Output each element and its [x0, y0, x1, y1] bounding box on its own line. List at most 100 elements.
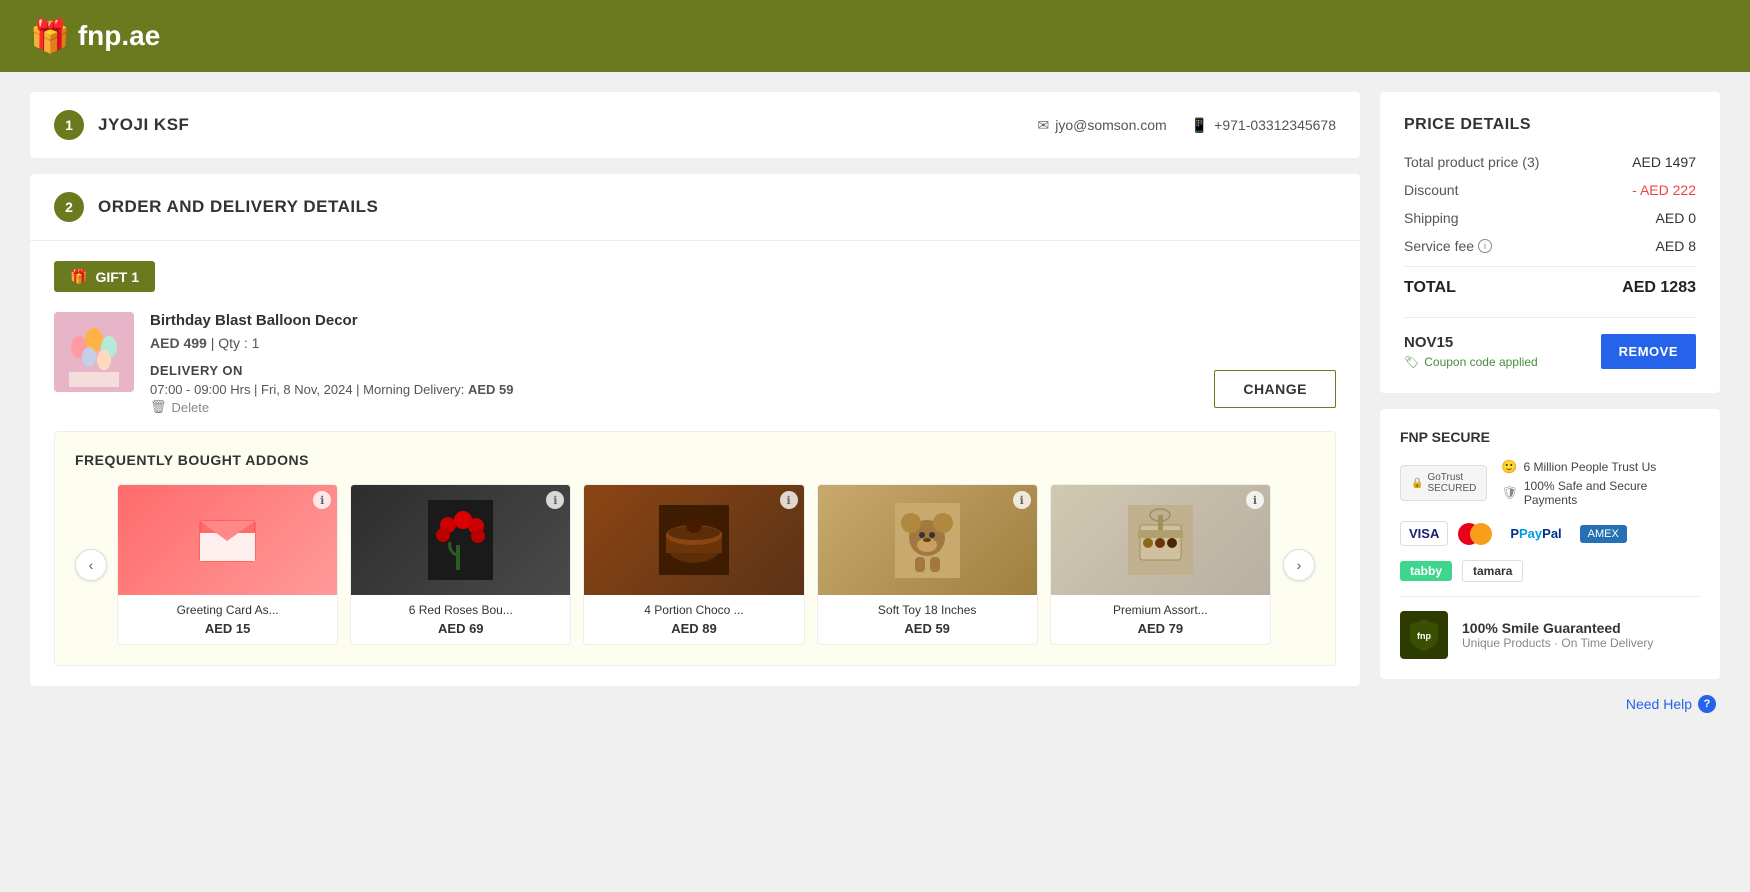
total-product-label: Total product price (3) [1404, 154, 1539, 170]
delivery-row: DELIVERY ON 07:00 - 09:00 Hrs | Fri, 8 N… [150, 363, 1336, 415]
price-divider [1404, 266, 1696, 267]
phone-icon: 📱 [1191, 117, 1208, 134]
payment-logos: VISA PPayPal AMEX [1400, 521, 1700, 546]
product-image-svg [54, 312, 134, 392]
right-panel: PRICE DETAILS Total product price (3) AE… [1380, 92, 1720, 713]
addon-info-icon-cake[interactable]: ℹ [780, 491, 798, 509]
fnp-badge-icon: fnp [1400, 611, 1448, 659]
addon-details-greeting: Greeting Card As... AED 15 [118, 595, 337, 644]
user-info: ✉ jyo@somson.com 📱 +971-03312345678 [1038, 117, 1336, 134]
user-section-card: 1 JYOJI KSF ✉ jyo@somson.com 📱 +971-0331… [30, 92, 1360, 158]
total-value: AED 1283 [1622, 279, 1696, 297]
discount-value: - AED 222 [1632, 182, 1696, 198]
coupon-applied-indicator: 🏷 Coupon code applied [1404, 355, 1538, 369]
coupon-section: NOV15 🏷 Coupon code applied REMOVE [1404, 317, 1696, 369]
fnp-shield-svg: fnp [1406, 617, 1442, 653]
product-meta: AED 499 | Qty : 1 [150, 335, 1336, 351]
addon-name-roses: 6 Red Roses Bou... [359, 603, 562, 617]
service-fee-info-icon[interactable]: i [1478, 239, 1492, 253]
order-section-header: 2 ORDER AND DELIVERY DETAILS [30, 174, 1360, 241]
addon-card-cake: ℹ 4 Portion Choco ... AED 89 [583, 484, 804, 645]
smile-guarantee-sub: Unique Products · On Time Delivery [1462, 636, 1653, 650]
fnp-secure-card: FNP SECURE 🔒 GoTrustSECURED 🙂 6 Million … [1380, 409, 1720, 679]
addons-title: FREQUENTLY BOUGHT ADDONS [75, 452, 1315, 468]
gotrust-badge: 🔒 GoTrustSECURED [1400, 465, 1487, 501]
paypal-logo: PPayPal [1502, 522, 1569, 545]
smile-guarantee-title: 100% Smile Guaranteed [1462, 620, 1653, 636]
question-circle-icon: ? [1698, 695, 1716, 713]
addon-name-cake: 4 Portion Choco ... [592, 603, 795, 617]
carousel-next-button[interactable]: › [1283, 549, 1315, 581]
coupon-code: NOV15 [1404, 334, 1538, 351]
shipping-label: Shipping [1404, 210, 1459, 226]
user-section-header: 1 JYOJI KSF ✉ jyo@somson.com 📱 +971-0331… [30, 92, 1360, 158]
addon-details-teddy: Soft Toy 18 Inches AED 59 [818, 595, 1037, 644]
logo[interactable]: 🎁 fnp.ae [30, 17, 160, 55]
shipping-value: AED 0 [1656, 210, 1696, 226]
price-details-title: PRICE DETAILS [1404, 116, 1696, 134]
check-icon: 🏷 [1404, 355, 1419, 369]
user-email: ✉ jyo@somson.com [1038, 117, 1167, 134]
addon-details-roses: 6 Red Roses Bou... AED 69 [351, 595, 570, 644]
trust-item-2: 🛡 100% Safe and Secure Payments [1501, 479, 1700, 507]
order-section-title: ORDER AND DELIVERY DETAILS [98, 197, 378, 217]
addons-grid: ℹ Greeting Card As... AED 15 [117, 484, 1273, 645]
gift-label: GIFT 1 [95, 269, 139, 285]
cake-svg [659, 505, 729, 575]
addon-image-premium [1051, 485, 1270, 595]
change-delivery-button[interactable]: CHANGE [1214, 370, 1336, 408]
user-email-text: jyo@somson.com [1055, 117, 1166, 133]
addon-details-cake: 4 Portion Choco ... AED 89 [584, 595, 803, 644]
user-phone-text: +971-03312345678 [1214, 117, 1336, 133]
trust-text-2: 100% Safe and Secure Payments [1524, 479, 1700, 507]
product-name: Birthday Blast Balloon Decor [150, 312, 1336, 329]
addon-name-teddy: Soft Toy 18 Inches [826, 603, 1029, 617]
fnp-secure-title: FNP SECURE [1400, 429, 1700, 445]
price-row-shipping: Shipping AED 0 [1404, 210, 1696, 226]
carousel-prev-button[interactable]: ‹ [75, 549, 107, 581]
addon-image-teddy [818, 485, 1037, 595]
addon-image-roses [351, 485, 570, 595]
addon-price-premium: AED 79 [1059, 621, 1262, 636]
greeting-card-svg [195, 513, 260, 568]
trash-icon: 🗑 [150, 399, 167, 415]
premium-svg [1128, 505, 1193, 575]
price-row-total-product: Total product price (3) AED 1497 [1404, 154, 1696, 170]
addon-image-cake [584, 485, 803, 595]
roses-svg [428, 500, 493, 580]
service-fee-label: Service fee i [1404, 238, 1492, 254]
trust-items: 🙂 6 Million People Trust Us 🛡 100% Safe … [1501, 459, 1700, 507]
tamara-logo: tamara [1462, 560, 1523, 582]
addon-info-icon-teddy[interactable]: ℹ [1013, 491, 1031, 509]
discount-label: Discount [1404, 182, 1458, 198]
svg-text:fnp: fnp [1417, 631, 1431, 641]
total-label: TOTAL [1404, 279, 1456, 297]
amex-logo: AMEX [1580, 525, 1627, 543]
addons-section: FREQUENTLY BOUGHT ADDONS ‹ [54, 431, 1336, 666]
total-row: TOTAL AED 1283 [1404, 279, 1696, 297]
trust-item-1: 🙂 6 Million People Trust Us [1501, 459, 1700, 475]
delivery-info: DELIVERY ON 07:00 - 09:00 Hrs | Fri, 8 N… [150, 363, 513, 397]
delete-button[interactable]: 🗑 Delete [150, 399, 513, 415]
need-help-link[interactable]: Need Help ? [1380, 695, 1720, 713]
addon-info-icon-premium[interactable]: ℹ [1246, 491, 1264, 509]
addon-price-roses: AED 69 [359, 621, 562, 636]
email-icon: ✉ [1038, 117, 1050, 134]
order-body: 🎁 GIFT 1 [30, 241, 1360, 686]
remove-coupon-button[interactable]: REMOVE [1601, 334, 1696, 369]
gift-tag: 🎁 GIFT 1 [54, 261, 155, 292]
price-row-discount: Discount - AED 222 [1404, 182, 1696, 198]
price-row-service: Service fee i AED 8 [1404, 238, 1696, 254]
main-content: 1 JYOJI KSF ✉ jyo@somson.com 📱 +971-0331… [0, 72, 1750, 733]
gotrust-icon: 🔒 [1411, 478, 1423, 489]
addon-details-premium: Premium Assort... AED 79 [1051, 595, 1270, 644]
secure-shield-icon: 🛡 [1501, 485, 1518, 501]
addon-card-premium: ℹ Premium Assort... AED 79 [1050, 484, 1271, 645]
addon-card-greeting: ℹ Greeting Card As... AED 15 [117, 484, 338, 645]
user-phone: 📱 +971-03312345678 [1191, 117, 1336, 134]
product-image-placeholder [54, 312, 134, 392]
site-header: 🎁 fnp.ae [0, 0, 1750, 72]
smile-guarantee: fnp 100% Smile Guaranteed Unique Product… [1400, 596, 1700, 659]
price-details-card: PRICE DETAILS Total product price (3) AE… [1380, 92, 1720, 393]
smile-text: 100% Smile Guaranteed Unique Products · … [1462, 620, 1653, 650]
